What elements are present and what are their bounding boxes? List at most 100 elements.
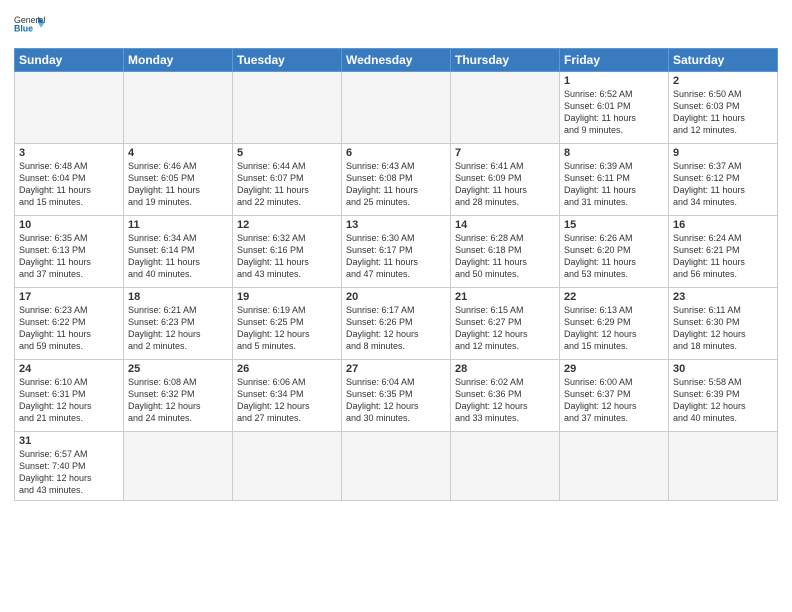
svg-text:Blue: Blue — [14, 24, 33, 34]
day-info: Sunrise: 6:46 AM Sunset: 6:05 PM Dayligh… — [128, 160, 228, 209]
day-number: 3 — [19, 147, 119, 159]
day-info: Sunrise: 6:57 AM Sunset: 7:40 PM Dayligh… — [19, 448, 119, 497]
table-row: 7Sunrise: 6:41 AM Sunset: 6:09 PM Daylig… — [451, 144, 560, 216]
table-row: 6Sunrise: 6:43 AM Sunset: 6:08 PM Daylig… — [342, 144, 451, 216]
table-row — [124, 432, 233, 501]
day-number: 25 — [128, 363, 228, 375]
general-blue-logo-icon: General Blue — [14, 10, 46, 42]
calendar-day-header: Sunday — [15, 49, 124, 72]
table-row: 4Sunrise: 6:46 AM Sunset: 6:05 PM Daylig… — [124, 144, 233, 216]
day-number: 9 — [673, 147, 773, 159]
table-row: 29Sunrise: 6:00 AM Sunset: 6:37 PM Dayli… — [560, 360, 669, 432]
day-info: Sunrise: 6:32 AM Sunset: 6:16 PM Dayligh… — [237, 232, 337, 281]
calendar-day-header: Saturday — [669, 49, 778, 72]
table-row: 9Sunrise: 6:37 AM Sunset: 6:12 PM Daylig… — [669, 144, 778, 216]
calendar-day-header: Tuesday — [233, 49, 342, 72]
table-row: 28Sunrise: 6:02 AM Sunset: 6:36 PM Dayli… — [451, 360, 560, 432]
table-row: 2Sunrise: 6:50 AM Sunset: 6:03 PM Daylig… — [669, 72, 778, 144]
day-number: 28 — [455, 363, 555, 375]
day-number: 6 — [346, 147, 446, 159]
table-row — [451, 432, 560, 501]
calendar-header-row: SundayMondayTuesdayWednesdayThursdayFrid… — [15, 49, 778, 72]
table-row: 30Sunrise: 5:58 AM Sunset: 6:39 PM Dayli… — [669, 360, 778, 432]
table-row: 5Sunrise: 6:44 AM Sunset: 6:07 PM Daylig… — [233, 144, 342, 216]
day-number: 16 — [673, 219, 773, 231]
table-row: 1Sunrise: 6:52 AM Sunset: 6:01 PM Daylig… — [560, 72, 669, 144]
table-row: 25Sunrise: 6:08 AM Sunset: 6:32 PM Dayli… — [124, 360, 233, 432]
table-row: 11Sunrise: 6:34 AM Sunset: 6:14 PM Dayli… — [124, 216, 233, 288]
day-info: Sunrise: 6:15 AM Sunset: 6:27 PM Dayligh… — [455, 304, 555, 353]
day-number: 30 — [673, 363, 773, 375]
day-info: Sunrise: 6:24 AM Sunset: 6:21 PM Dayligh… — [673, 232, 773, 281]
day-info: Sunrise: 6:48 AM Sunset: 6:04 PM Dayligh… — [19, 160, 119, 209]
table-row: 20Sunrise: 6:17 AM Sunset: 6:26 PM Dayli… — [342, 288, 451, 360]
day-info: Sunrise: 6:13 AM Sunset: 6:29 PM Dayligh… — [564, 304, 664, 353]
table-row: 15Sunrise: 6:26 AM Sunset: 6:20 PM Dayli… — [560, 216, 669, 288]
table-row: 26Sunrise: 6:06 AM Sunset: 6:34 PM Dayli… — [233, 360, 342, 432]
day-number: 31 — [19, 435, 119, 447]
day-info: Sunrise: 6:04 AM Sunset: 6:35 PM Dayligh… — [346, 376, 446, 425]
day-info: Sunrise: 6:19 AM Sunset: 6:25 PM Dayligh… — [237, 304, 337, 353]
table-row — [451, 72, 560, 144]
day-number: 10 — [19, 219, 119, 231]
table-row: 12Sunrise: 6:32 AM Sunset: 6:16 PM Dayli… — [233, 216, 342, 288]
calendar-day-header: Wednesday — [342, 49, 451, 72]
calendar-table: SundayMondayTuesdayWednesdayThursdayFrid… — [14, 48, 778, 501]
day-info: Sunrise: 6:44 AM Sunset: 6:07 PM Dayligh… — [237, 160, 337, 209]
calendar-day-header: Thursday — [451, 49, 560, 72]
day-number: 26 — [237, 363, 337, 375]
day-number: 5 — [237, 147, 337, 159]
day-info: Sunrise: 6:06 AM Sunset: 6:34 PM Dayligh… — [237, 376, 337, 425]
day-info: Sunrise: 6:37 AM Sunset: 6:12 PM Dayligh… — [673, 160, 773, 209]
day-info: Sunrise: 6:02 AM Sunset: 6:36 PM Dayligh… — [455, 376, 555, 425]
day-info: Sunrise: 6:11 AM Sunset: 6:30 PM Dayligh… — [673, 304, 773, 353]
day-number: 7 — [455, 147, 555, 159]
table-row: 3Sunrise: 6:48 AM Sunset: 6:04 PM Daylig… — [15, 144, 124, 216]
day-info: Sunrise: 6:43 AM Sunset: 6:08 PM Dayligh… — [346, 160, 446, 209]
day-info: Sunrise: 6:21 AM Sunset: 6:23 PM Dayligh… — [128, 304, 228, 353]
table-row: 14Sunrise: 6:28 AM Sunset: 6:18 PM Dayli… — [451, 216, 560, 288]
table-row — [233, 72, 342, 144]
table-row: 18Sunrise: 6:21 AM Sunset: 6:23 PM Dayli… — [124, 288, 233, 360]
day-number: 20 — [346, 291, 446, 303]
table-row — [124, 72, 233, 144]
table-row — [15, 72, 124, 144]
table-row — [669, 432, 778, 501]
table-row: 31Sunrise: 6:57 AM Sunset: 7:40 PM Dayli… — [15, 432, 124, 501]
day-number: 11 — [128, 219, 228, 231]
table-row — [342, 72, 451, 144]
table-row: 17Sunrise: 6:23 AM Sunset: 6:22 PM Dayli… — [15, 288, 124, 360]
day-number: 22 — [564, 291, 664, 303]
calendar-day-header: Friday — [560, 49, 669, 72]
table-row: 22Sunrise: 6:13 AM Sunset: 6:29 PM Dayli… — [560, 288, 669, 360]
table-row: 23Sunrise: 6:11 AM Sunset: 6:30 PM Dayli… — [669, 288, 778, 360]
page-header: General Blue — [14, 10, 778, 42]
day-info: Sunrise: 5:58 AM Sunset: 6:39 PM Dayligh… — [673, 376, 773, 425]
day-info: Sunrise: 6:39 AM Sunset: 6:11 PM Dayligh… — [564, 160, 664, 209]
table-row: 19Sunrise: 6:19 AM Sunset: 6:25 PM Dayli… — [233, 288, 342, 360]
table-row — [342, 432, 451, 501]
day-info: Sunrise: 6:17 AM Sunset: 6:26 PM Dayligh… — [346, 304, 446, 353]
logo: General Blue — [14, 10, 46, 42]
day-number: 12 — [237, 219, 337, 231]
table-row — [560, 432, 669, 501]
table-row: 24Sunrise: 6:10 AM Sunset: 6:31 PM Dayli… — [15, 360, 124, 432]
day-number: 13 — [346, 219, 446, 231]
day-number: 2 — [673, 75, 773, 87]
day-number: 19 — [237, 291, 337, 303]
day-info: Sunrise: 6:30 AM Sunset: 6:17 PM Dayligh… — [346, 232, 446, 281]
table-row: 8Sunrise: 6:39 AM Sunset: 6:11 PM Daylig… — [560, 144, 669, 216]
day-number: 18 — [128, 291, 228, 303]
day-info: Sunrise: 6:00 AM Sunset: 6:37 PM Dayligh… — [564, 376, 664, 425]
day-info: Sunrise: 6:10 AM Sunset: 6:31 PM Dayligh… — [19, 376, 119, 425]
day-info: Sunrise: 6:23 AM Sunset: 6:22 PM Dayligh… — [19, 304, 119, 353]
day-info: Sunrise: 6:41 AM Sunset: 6:09 PM Dayligh… — [455, 160, 555, 209]
day-number: 24 — [19, 363, 119, 375]
day-info: Sunrise: 6:34 AM Sunset: 6:14 PM Dayligh… — [128, 232, 228, 281]
day-number: 17 — [19, 291, 119, 303]
day-number: 21 — [455, 291, 555, 303]
day-info: Sunrise: 6:28 AM Sunset: 6:18 PM Dayligh… — [455, 232, 555, 281]
day-info: Sunrise: 6:26 AM Sunset: 6:20 PM Dayligh… — [564, 232, 664, 281]
day-number: 29 — [564, 363, 664, 375]
day-info: Sunrise: 6:35 AM Sunset: 6:13 PM Dayligh… — [19, 232, 119, 281]
